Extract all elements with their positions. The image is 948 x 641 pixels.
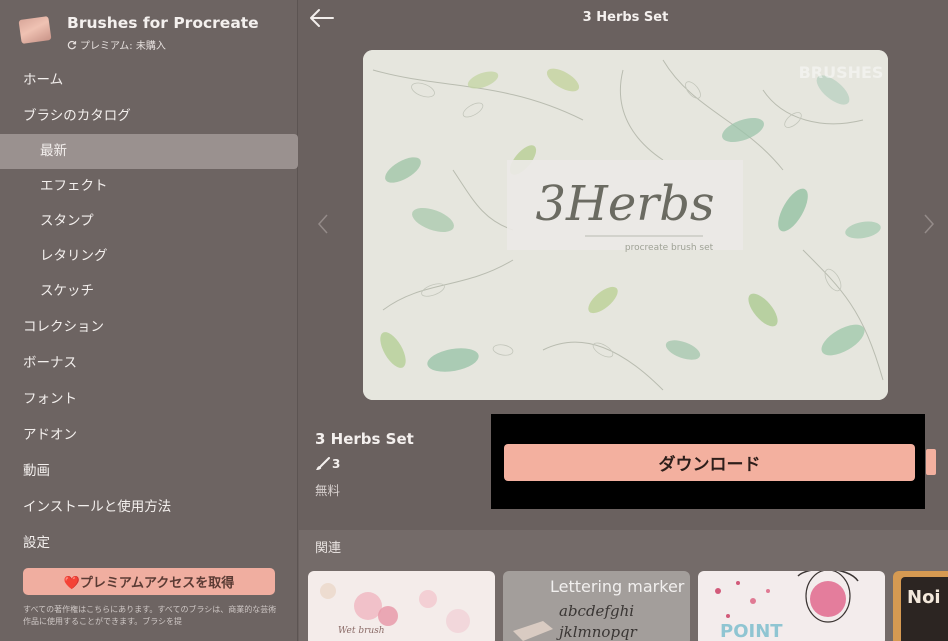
- hero-watermark: BRUSHES: [799, 63, 884, 82]
- main-content: 3 Herbs Set 3Herbs procreate brush set B…: [299, 0, 948, 641]
- related-thumb-noise[interactable]: Noi: [893, 571, 948, 641]
- get-premium-button[interactable]: ❤️プレミアムアクセスを取得: [23, 568, 275, 595]
- sidebar-item-sketch[interactable]: スケッチ: [0, 274, 298, 309]
- side-tab[interactable]: [926, 449, 936, 475]
- copyright-note: すべての著作権はこちらにあります。すべてのブラシは、商業的な芸術作品に使用するこ…: [23, 605, 277, 626]
- sidebar-item-effects[interactable]: エフェクト: [0, 169, 298, 204]
- download-button[interactable]: ダウンロード: [504, 444, 915, 481]
- thumb-caption: Lettering marker: [550, 577, 685, 596]
- product-name: 3 Herbs Set: [315, 430, 414, 448]
- thumb-caption: Wet brush: [338, 626, 385, 636]
- brush-count-value: 3: [332, 457, 341, 471]
- sidebar-item-stamps[interactable]: スタンプ: [0, 204, 298, 239]
- sidebar-item-collection[interactable]: コレクション: [0, 309, 298, 345]
- sidebar-item-brush-catalog[interactable]: ブラシのカタログ: [0, 98, 298, 134]
- app-title: Brushes for Procreate: [67, 14, 259, 32]
- app-header: Brushes for Procreate プレミアム: 未購入: [16, 12, 286, 52]
- related-thumb-wet-brush[interactable]: Wet brush: [308, 571, 495, 641]
- sidebar-item-home[interactable]: ホーム: [0, 62, 298, 98]
- subscription-status: プレミアム: 未購入: [67, 37, 166, 52]
- sidebar-item-bonus[interactable]: ボーナス: [0, 345, 298, 381]
- thumb-caption: POINT: [720, 621, 783, 641]
- sidebar-item-latest[interactable]: 最新: [0, 134, 298, 169]
- sidebar-item-fonts[interactable]: フォント: [0, 381, 298, 417]
- sidebar-item-settings[interactable]: 設定: [0, 525, 298, 561]
- thumb-letters-row2: jklmnopqr: [556, 623, 638, 641]
- related-title: 関連: [315, 541, 342, 556]
- related-thumb-lettering-marker[interactable]: Lettering marker abcdefghi jklmnopqr: [503, 571, 690, 641]
- hero-subtitle-text: procreate brush set: [625, 243, 714, 253]
- sidebar-item-addons[interactable]: アドオン: [0, 417, 298, 453]
- product-preview-image: 3Herbs procreate brush set BRUSHES: [363, 50, 888, 400]
- related-thumb-point[interactable]: POINT: [698, 571, 885, 641]
- brush-count: 3: [315, 457, 340, 471]
- sidebar: Brushes for Procreate プレミアム: 未購入 ホーム ブラシ…: [0, 0, 298, 641]
- download-area: ダウンロード: [491, 414, 925, 509]
- price-label: 無料: [315, 483, 341, 498]
- chevron-right-icon[interactable]: [922, 212, 936, 236]
- sidebar-item-install-guide[interactable]: インストールと使用方法: [0, 489, 298, 525]
- page-title: 3 Herbs Set: [582, 10, 669, 25]
- brush-icon: [316, 457, 330, 470]
- refresh-icon: [67, 40, 77, 49]
- thumb-letters-row1: abcdefghi: [559, 602, 634, 620]
- sidebar-item-lettering[interactable]: レタリング: [0, 239, 298, 274]
- sidebar-item-videos[interactable]: 動画: [0, 453, 298, 489]
- sidebar-nav: ホーム ブラシのカタログ 最新 エフェクト スタンプ レタリング スケッチ コレ…: [0, 62, 298, 561]
- thumb-caption: Noi: [907, 587, 941, 608]
- app-logo: [18, 16, 52, 44]
- chevron-left-icon[interactable]: [316, 212, 330, 236]
- subscription-text: プレミアム: 未購入: [80, 41, 166, 52]
- hero-title-text: 3Herbs: [535, 176, 714, 232]
